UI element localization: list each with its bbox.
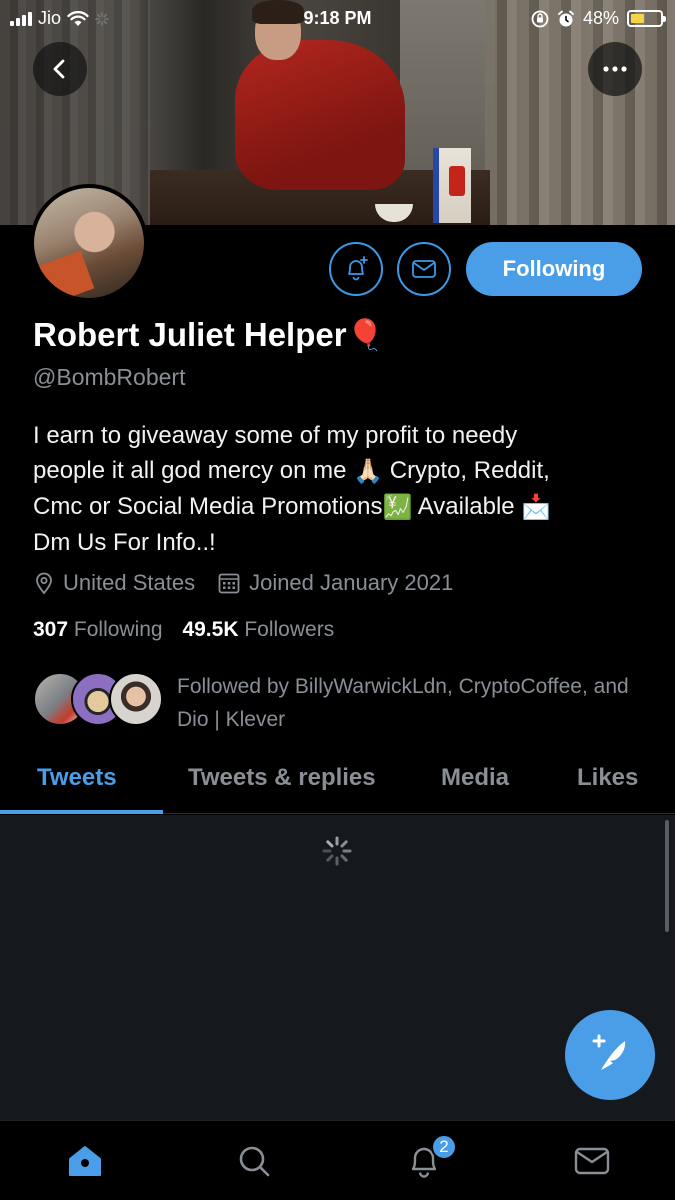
chevron-left-icon xyxy=(53,59,65,79)
followed-by-text[interactable]: Followed by BillyWarwickLdn, CryptoCoffe… xyxy=(177,670,647,736)
envelope-icon xyxy=(574,1147,610,1175)
profile-bio: I earn to giveaway some of my profit to … xyxy=(33,418,643,560)
profile-tabs: Tweets Tweets & replies Media Likes xyxy=(0,752,675,814)
more-button[interactable] xyxy=(588,42,642,96)
balloon-emoji: 🎈 xyxy=(346,318,384,352)
tab-tweets-replies[interactable]: Tweets & replies xyxy=(188,764,376,792)
calendar-icon xyxy=(218,573,240,594)
banner-cereal-box xyxy=(433,148,471,223)
status-bar: Jio 9:18 PM 48% xyxy=(0,0,675,36)
bio-line-2-tail: Crypto, Reddit, xyxy=(389,457,550,484)
status-right-group: 48% xyxy=(531,8,666,29)
nav-home[interactable] xyxy=(63,1139,107,1183)
loading-spinner-icon xyxy=(322,836,352,866)
envelope-icon xyxy=(412,260,436,278)
alarm-icon xyxy=(557,10,574,26)
tab-tweets[interactable]: Tweets xyxy=(37,764,117,792)
followers-count-link[interactable]: 49.5K Followers xyxy=(182,618,334,641)
feather-plus-icon xyxy=(592,1034,626,1070)
bell-plus-icon xyxy=(348,256,368,281)
notifications-badge: 2 xyxy=(431,1134,457,1160)
notification-bell-button[interactable] xyxy=(329,242,383,296)
battery-fill xyxy=(631,14,645,23)
tab-media[interactable]: Media xyxy=(441,764,509,792)
bio-line-3: Cmc or Social Media Promotions💹 Availabl… xyxy=(33,489,643,525)
more-dots-icon xyxy=(603,66,627,72)
bio-line-2: people it all god mercy on me 🙏🏻 Crypto,… xyxy=(33,453,643,489)
followers-label: Followers xyxy=(244,618,335,641)
bio-line-4: Dm Us For Info..! xyxy=(33,529,216,557)
bio-line-1: I earn to giveaway some of my profit to … xyxy=(33,422,518,449)
back-button[interactable] xyxy=(33,42,87,96)
banner-figure xyxy=(235,40,405,190)
nav-search[interactable] xyxy=(232,1139,276,1183)
nav-messages[interactable] xyxy=(570,1139,614,1183)
envelope-arrow-emoji: 📩 xyxy=(521,494,552,522)
battery-percent: 48% xyxy=(582,8,619,28)
bio-line-2-text: people it all god mercy on me xyxy=(33,457,347,484)
chart-emoji: 💹 xyxy=(382,494,413,522)
followers-count: 49.5K xyxy=(182,618,239,641)
profile-handle: @BombRobert xyxy=(33,364,186,390)
praying-hands-emoji: 🙏🏻 xyxy=(353,458,384,486)
location-pin-icon xyxy=(36,572,52,595)
bio-line-3-text: Cmc or Social Media Promotions xyxy=(33,493,383,521)
profile-avatar[interactable] xyxy=(30,184,148,302)
following-count: 307 xyxy=(33,618,69,641)
compose-tweet-button[interactable] xyxy=(565,1010,655,1100)
profile-meta: United States Joined January 2021 xyxy=(33,570,453,596)
active-tab-indicator xyxy=(0,810,163,814)
profile-name: Robert Juliet Helper xyxy=(33,316,347,353)
home-icon xyxy=(69,1146,101,1176)
tab-likes[interactable]: Likes xyxy=(577,764,638,792)
orientation-lock-icon xyxy=(531,10,549,27)
joined-text: Joined January 2021 xyxy=(249,570,454,595)
bio-line-3-tail: Available xyxy=(417,493,515,521)
following-button[interactable]: Following xyxy=(466,242,642,296)
search-icon xyxy=(239,1146,270,1177)
message-button[interactable] xyxy=(397,242,451,296)
following-count-link[interactable]: 307 Following xyxy=(33,618,163,641)
follow-counts: 307 Following 49.5K Followers xyxy=(33,618,334,642)
location-text: United States xyxy=(63,570,196,595)
scrollbar[interactable] xyxy=(665,820,669,932)
following-label: Following xyxy=(73,618,163,641)
avatar-scarf xyxy=(34,250,95,298)
follower-avatar-3 xyxy=(109,672,163,726)
followed-by-avatars[interactable] xyxy=(33,672,163,726)
profile-name-row: Robert Juliet Helper 🎈 xyxy=(33,316,384,354)
battery-icon xyxy=(627,10,666,27)
bottom-nav xyxy=(0,1120,675,1200)
